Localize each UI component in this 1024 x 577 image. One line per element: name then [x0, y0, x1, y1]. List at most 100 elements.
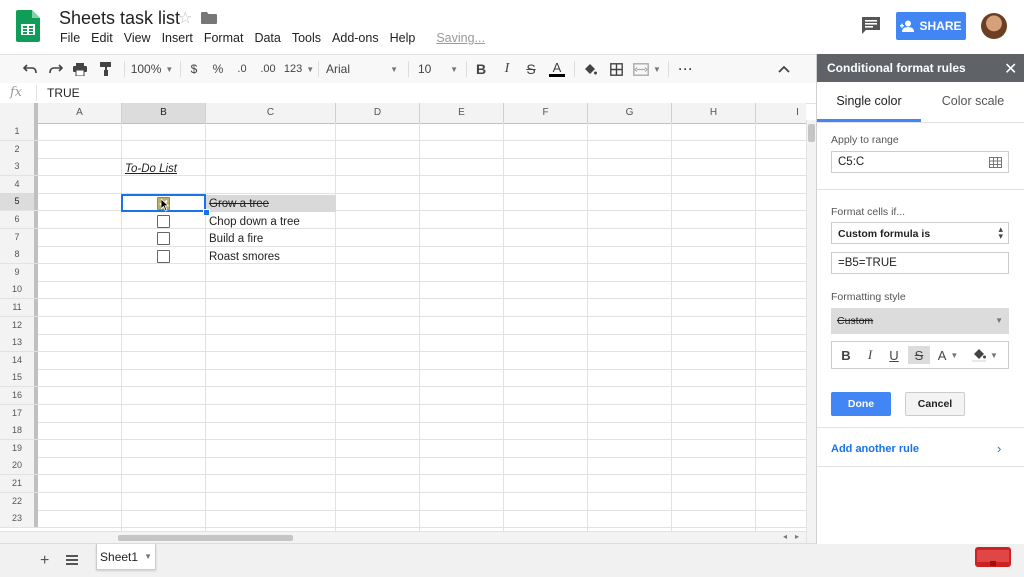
formula-input[interactable]: TRUE [47, 86, 80, 100]
row-header[interactable]: 19 [0, 439, 38, 457]
row-header[interactable]: 1 [0, 123, 38, 140]
row-header[interactable]: 16 [0, 387, 38, 404]
row-header[interactable]: 12 [0, 316, 38, 334]
row-header[interactable]: 7 [0, 228, 38, 246]
bold-button[interactable]: B [472, 60, 490, 78]
column-header-d[interactable]: D [336, 103, 420, 123]
comment-icon[interactable] [860, 15, 882, 35]
column-header-h[interactable]: H [672, 103, 756, 123]
column-header-g[interactable]: G [588, 103, 672, 123]
task-checkbox-3[interactable] [157, 232, 170, 245]
document-title[interactable]: Sheets task list [59, 8, 180, 29]
avatar[interactable] [981, 13, 1007, 39]
row-header[interactable]: 11 [0, 299, 38, 316]
more-options-button[interactable]: ··· [674, 60, 698, 78]
menu-format[interactable]: Format [204, 31, 249, 47]
add-sheet-button[interactable]: + [40, 552, 49, 570]
row-header[interactable]: 4 [0, 175, 38, 193]
style-strikethrough-button[interactable]: S [908, 346, 930, 364]
done-button[interactable]: Done [831, 392, 891, 416]
column-header-c[interactable]: C [206, 103, 336, 123]
row-header[interactable]: 21 [0, 475, 38, 492]
row-header[interactable]: 23 [0, 510, 38, 528]
redo-icon[interactable] [46, 60, 66, 78]
more-formats-button[interactable]: 123 ▼ [284, 60, 314, 78]
font-size-select[interactable]: 10 ▼ [414, 60, 462, 78]
chevron-right-icon[interactable]: › [997, 441, 1001, 456]
column-header-e[interactable]: E [420, 103, 504, 123]
row-header[interactable]: 14 [0, 351, 38, 369]
row-header[interactable]: 9 [0, 263, 38, 281]
column-header-b[interactable]: B [122, 103, 206, 123]
row-header[interactable]: 13 [0, 334, 38, 352]
custom-formula-input[interactable]: =B5=TRUE [831, 252, 1009, 274]
all-sheets-menu-icon[interactable] [66, 554, 78, 566]
italic-button[interactable]: I [498, 60, 516, 78]
paint-format-icon[interactable] [96, 60, 116, 78]
star-icon[interactable]: ☆ [178, 8, 192, 28]
task-checkbox-2[interactable] [157, 215, 170, 228]
tab-single-color[interactable]: Single color [817, 82, 921, 120]
merge-cells-icon[interactable]: ▼ [632, 60, 662, 78]
sheet-tab-sheet1[interactable]: Sheet1 ▼ [96, 544, 156, 570]
row-header[interactable]: 20 [0, 457, 38, 475]
task-checkbox-4[interactable] [157, 250, 170, 263]
row-header[interactable]: 8 [0, 246, 38, 264]
menu-data[interactable]: Data [254, 31, 285, 47]
tab-color-scale[interactable]: Color scale [921, 82, 1024, 120]
select-all-corner[interactable] [0, 103, 38, 123]
zoom-select[interactable]: 100% ▼ [130, 60, 174, 78]
add-another-rule-link[interactable]: Add another rule [831, 443, 919, 455]
menu-tools[interactable]: Tools [292, 31, 326, 47]
menu-file[interactable]: File [60, 31, 85, 47]
row-header[interactable]: 18 [0, 422, 38, 440]
task-label-3[interactable]: Build a fire [209, 233, 263, 245]
spreadsheet-grid[interactable]: A B C D E F G H I 1 2 3 4 5 6 7 8 9 10 11 12 13 14 15 1… [0, 103, 806, 531]
column-header-f[interactable]: F [504, 103, 588, 123]
task-label-1[interactable]: Grow a tree [209, 198, 269, 210]
cell-b3-title[interactable]: To-Do List [125, 163, 177, 175]
menu-help[interactable]: Help [390, 31, 421, 47]
task-label-4[interactable]: Roast smores [209, 251, 280, 263]
fill-color-icon[interactable] [580, 60, 600, 78]
text-color-button[interactable]: A [546, 60, 568, 78]
condition-select[interactable]: Custom formula is ▴ ▾ [831, 222, 1009, 244]
currency-button[interactable]: $ [186, 60, 202, 78]
cancel-button[interactable]: Cancel [905, 392, 965, 416]
style-italic-button[interactable]: I [860, 346, 880, 364]
menu-view[interactable]: View [124, 31, 156, 47]
close-icon[interactable]: ✕ [1004, 59, 1017, 79]
font-family-select[interactable]: Arial ▼ [322, 60, 402, 78]
collapse-toolbar-icon[interactable] [774, 60, 794, 78]
formatting-style-select[interactable]: Custom ▼ [831, 308, 1009, 334]
strikethrough-button[interactable]: S [522, 60, 540, 78]
menu-edit[interactable]: Edit [91, 31, 118, 47]
row-header[interactable]: 10 [0, 281, 38, 299]
menu-insert[interactable]: Insert [162, 31, 198, 47]
range-input[interactable]: C5:C [831, 151, 1009, 173]
vertical-scroll-thumb[interactable] [808, 124, 815, 142]
select-range-grid-icon[interactable] [989, 157, 1002, 168]
row-header[interactable]: 5 [0, 193, 38, 211]
share-button[interactable]: SHARE [896, 12, 966, 40]
style-underline-button[interactable]: U [884, 346, 904, 364]
scroll-right-arrow-icon[interactable]: ▸ [795, 532, 799, 541]
row-header[interactable]: 22 [0, 492, 38, 510]
row-header[interactable]: 17 [0, 404, 38, 422]
row-header[interactable]: 6 [0, 211, 38, 228]
sheets-logo-icon[interactable] [16, 10, 40, 42]
style-fill-color-button[interactable]: ▼ [968, 346, 1002, 364]
fill-handle[interactable] [203, 209, 210, 216]
folder-icon[interactable] [201, 12, 217, 24]
decrease-decimal-button[interactable]: .0 [232, 60, 252, 78]
column-header-i[interactable]: I [756, 103, 806, 123]
sheet-tab-caret-icon[interactable]: ▼ [144, 552, 152, 561]
increase-decimal-button[interactable]: .00 [256, 60, 280, 78]
horizontal-scroll-thumb[interactable] [118, 535, 293, 541]
style-text-color-button[interactable]: A ▼ [934, 346, 962, 364]
style-bold-button[interactable]: B [836, 346, 856, 364]
column-header-a[interactable]: A [38, 103, 122, 123]
undo-icon[interactable] [20, 60, 40, 78]
percent-button[interactable]: % [210, 60, 226, 78]
print-icon[interactable] [70, 60, 90, 78]
